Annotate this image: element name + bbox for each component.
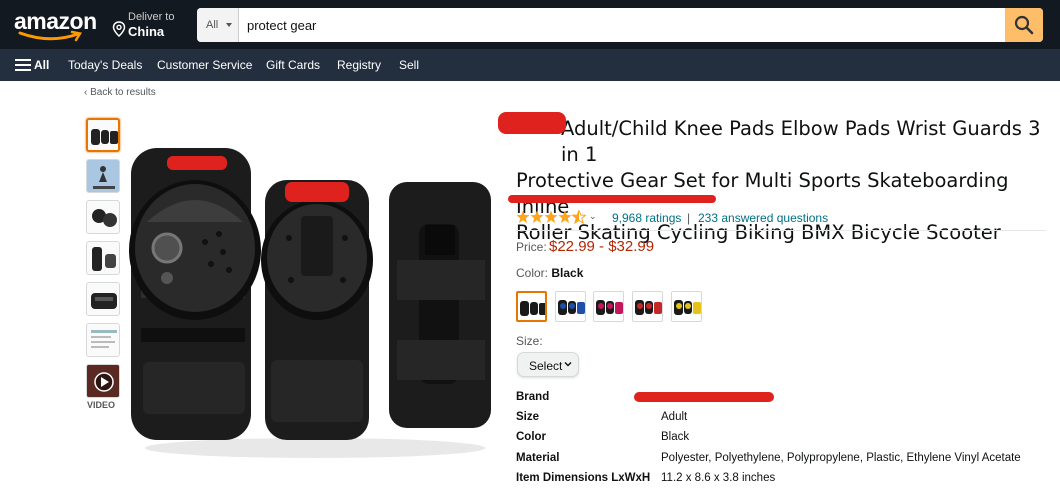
spec-value: Adult — [661, 411, 688, 423]
size-label: Size: — [516, 334, 543, 348]
search-button[interactable] — [1005, 8, 1043, 42]
color-swatch-black[interactable] — [516, 291, 547, 322]
video-label: VIDEO — [87, 400, 116, 410]
location-pin-icon — [112, 21, 126, 37]
nav-registry[interactable]: Registry — [337, 58, 381, 72]
spec-key: Brand — [516, 391, 550, 403]
redaction-mark — [508, 195, 716, 203]
thumbnail-1[interactable] — [86, 118, 120, 152]
top-nav-bar: amazon Deliver to China All — [0, 0, 1060, 49]
search-category-dropdown[interactable]: All — [197, 8, 239, 42]
size-select-label: Select — [529, 359, 563, 373]
color-swatch-red[interactable] — [632, 291, 663, 322]
nav-sell[interactable]: Sell — [399, 58, 419, 72]
answered-questions-link[interactable]: 233 answered questions — [698, 211, 828, 225]
back-to-results-link[interactable]: ‹ Back to results — [84, 87, 156, 98]
nav-todays-deals[interactable]: Today's Deals — [68, 58, 142, 72]
search-icon — [1014, 15, 1034, 35]
size-select-dropdown[interactable]: Select — [517, 352, 579, 377]
price-value: $22.99 - $32.99 — [549, 238, 655, 255]
spec-key: Color — [516, 431, 547, 443]
spec-key: Item Dimensions LxWxH — [516, 472, 651, 484]
spec-row-material: Material Polyester, Polyethylene, Polypr… — [516, 452, 1046, 470]
deliver-to-label: Deliver to — [128, 11, 175, 23]
nav-customer-service[interactable]: Customer Service — [157, 58, 252, 72]
thumbnail-3[interactable] — [86, 200, 120, 234]
thumbnail-4[interactable] — [86, 241, 120, 275]
nav-gift-cards[interactable]: Gift Cards — [266, 58, 320, 72]
deliver-to-country: China — [128, 24, 165, 39]
product-title: Adult/Child Knee Pads Elbow Pads Wrist G… — [516, 116, 1046, 246]
spec-value: Black — [661, 431, 690, 443]
spec-row-size: Size Adult — [516, 411, 1046, 429]
color-swatch-yellow[interactable] — [671, 291, 702, 322]
search-bar: All — [197, 8, 1043, 42]
redaction-mark — [634, 392, 774, 402]
search-category-label: All — [206, 19, 219, 31]
thumbnail-6[interactable] — [86, 323, 120, 357]
sub-nav-bar: All Today's Deals Customer Service Gift … — [0, 49, 1060, 81]
hamburger-menu-icon[interactable] — [15, 59, 31, 71]
nav-all[interactable]: All — [34, 58, 49, 72]
spec-row-brand: Brand — [516, 391, 1046, 409]
video-thumbnail[interactable] — [86, 364, 120, 398]
chevron-down-icon — [564, 362, 572, 367]
selected-color-value: Black — [551, 266, 584, 280]
rating-separator: | — [687, 211, 691, 225]
color-label-row: Color: Black — [516, 266, 583, 280]
play-video-icon — [87, 365, 119, 397]
color-swatch-blue[interactable] — [555, 291, 586, 322]
spec-key: Material — [516, 452, 560, 464]
spec-key: Size — [516, 411, 540, 423]
spec-value: Polyester, Polyethylene, Polypropylene, … — [661, 452, 1021, 464]
color-label: Color: — [516, 266, 549, 280]
wrist-guard-image — [389, 182, 491, 428]
redaction-mark — [498, 112, 566, 134]
thumbnail-5[interactable] — [86, 282, 120, 316]
chevron-down-icon[interactable]: ⌄ — [589, 211, 597, 222]
product-title-line-1: Adult/Child Knee Pads Elbow Pads Wrist G… — [561, 117, 1041, 166]
divider — [516, 230, 1046, 231]
knee-pad-image — [129, 148, 261, 440]
thumbnail-2[interactable] — [86, 159, 120, 193]
spec-row-dimensions: Item Dimensions LxWxH 11.2 x 8.6 x 3.8 i… — [516, 472, 1046, 490]
spec-row-color: Color Black — [516, 431, 1046, 449]
spec-value: 11.2 x 8.6 x 3.8 inches — [661, 472, 776, 484]
star-rating-icon[interactable] — [516, 210, 586, 224]
logo-smile-icon — [18, 30, 83, 42]
color-swatch-pink[interactable] — [593, 291, 624, 322]
main-product-image[interactable] — [125, 130, 505, 460]
search-input[interactable] — [241, 8, 1001, 42]
deliver-to[interactable]: Deliver to China — [112, 11, 192, 39]
price-label: Price: — [516, 240, 547, 254]
amazon-logo[interactable]: amazon — [14, 8, 98, 42]
caret-down-icon — [226, 23, 232, 27]
elbow-pad-image — [261, 180, 373, 440]
ratings-count-link[interactable]: 9,968 ratings — [612, 211, 681, 225]
